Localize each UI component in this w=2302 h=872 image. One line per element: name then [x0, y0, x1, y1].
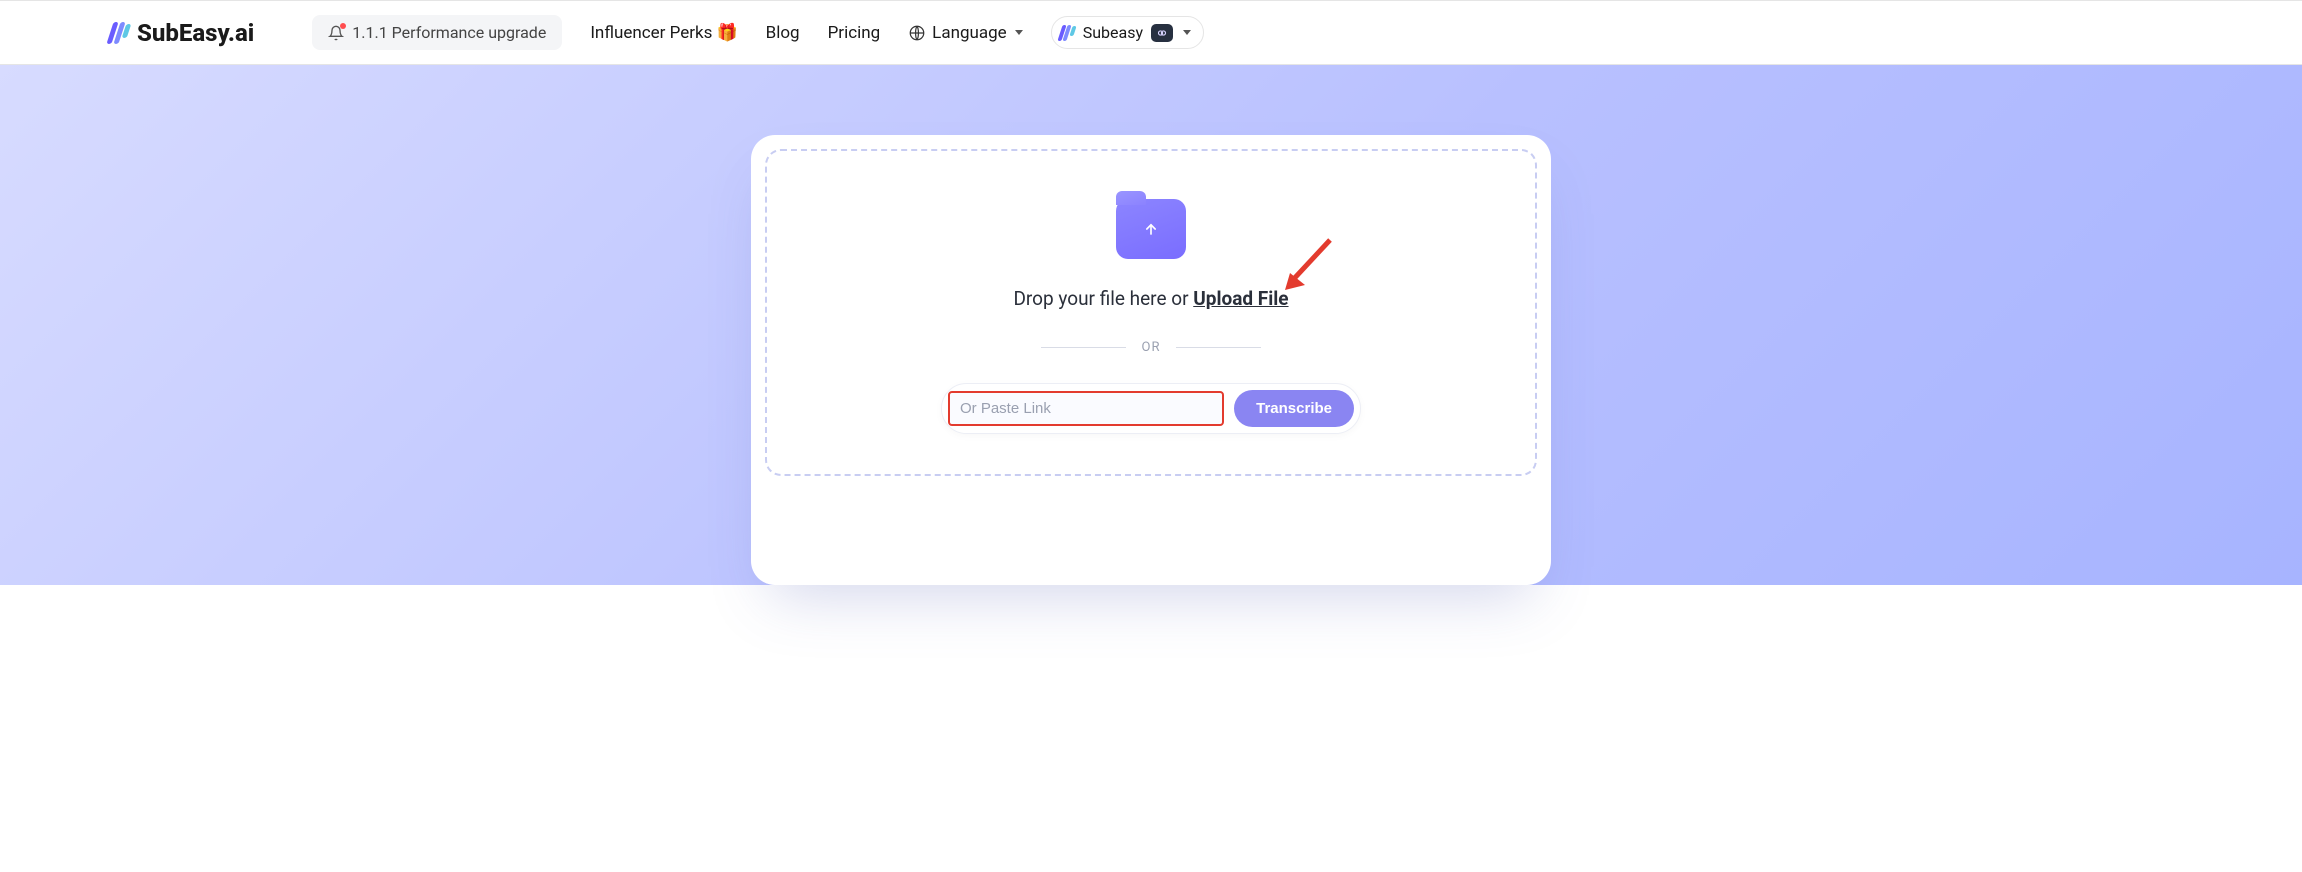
brand-name: SubEasy.ai — [137, 19, 254, 47]
upload-card: Drop your file here or Upload File OR Tr… — [751, 135, 1551, 585]
upload-file-link[interactable]: Upload File — [1193, 287, 1288, 310]
chevron-down-icon — [1183, 30, 1191, 35]
brand-logo[interactable]: SubEasy.ai — [110, 19, 254, 47]
annotation-arrow-icon — [1275, 235, 1335, 295]
gift-icon: 🎁 — [716, 23, 737, 43]
or-divider: OR — [1041, 340, 1261, 355]
link-row: Transcribe — [941, 383, 1361, 434]
folder-upload-icon — [1116, 199, 1186, 259]
nav-blog[interactable]: Blog — [766, 23, 800, 43]
header: SubEasy.ai 1.1.1 Performance upgrade Inf… — [0, 0, 2302, 65]
drop-zone[interactable]: Drop your file here or Upload File OR Tr… — [765, 149, 1537, 476]
hero-section: Drop your file here or Upload File OR Tr… — [0, 65, 2302, 585]
update-text: 1.1.1 Performance upgrade — [352, 23, 546, 42]
globe-icon — [908, 24, 926, 42]
nav-influencer[interactable]: Influencer Perks🎁 — [590, 23, 737, 43]
drop-text: Drop your file here or Upload File — [1013, 287, 1288, 310]
user-chip[interactable]: Subeasy — [1051, 16, 1204, 49]
infinity-badge-icon — [1151, 24, 1173, 42]
bell-icon — [328, 25, 344, 41]
user-name: Subeasy — [1083, 23, 1143, 42]
chevron-down-icon — [1015, 30, 1023, 35]
logo-mark-icon — [110, 22, 129, 44]
paste-link-input[interactable] — [948, 391, 1224, 426]
mini-logo-icon — [1060, 25, 1075, 41]
language-selector[interactable]: Language — [908, 23, 1023, 43]
nav-pricing[interactable]: Pricing — [828, 23, 881, 43]
transcribe-button[interactable]: Transcribe — [1234, 390, 1354, 427]
update-pill[interactable]: 1.1.1 Performance upgrade — [312, 15, 562, 50]
